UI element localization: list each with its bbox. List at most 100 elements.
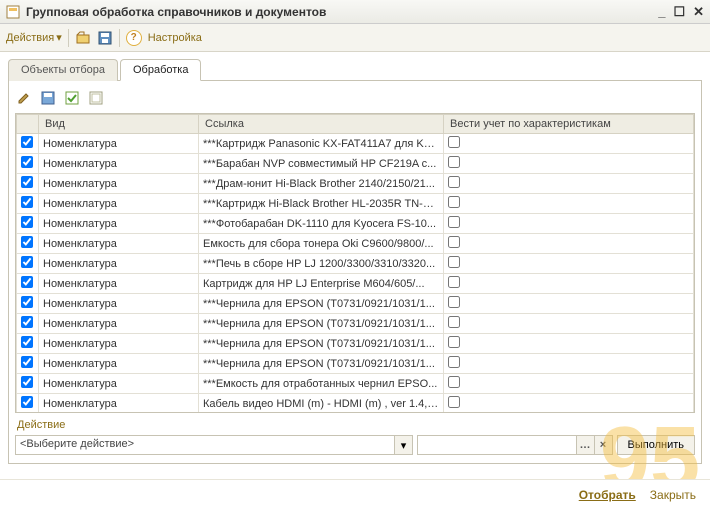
maximize-button[interactable]: ☐ — [673, 4, 685, 20]
actions-label: Действия — [6, 32, 54, 44]
row-checkbox[interactable] — [21, 136, 33, 148]
footer: Отобрать Закрыть — [0, 479, 710, 509]
cell-link: ***Чернила для EPSON (T0731/0921/1031/1.… — [199, 354, 444, 374]
action-value-input[interactable]: … × — [417, 435, 613, 455]
window-controls: _ ☐ ✕ — [658, 4, 704, 20]
header-type[interactable]: Вид — [39, 115, 199, 134]
table-row[interactable]: НоменклатураКартридж для HP LJ Enterpris… — [17, 274, 694, 294]
cell-type: Номенклатура — [39, 354, 199, 374]
table-row[interactable]: Номенклатура***Чернила для EPSON (T0731/… — [17, 294, 694, 314]
char-checkbox[interactable] — [448, 356, 460, 368]
actions-menu[interactable]: Действия ▾ — [6, 31, 62, 44]
minimize-button[interactable]: _ — [658, 4, 665, 20]
cell-char — [444, 274, 694, 294]
cell-char — [444, 254, 694, 274]
cell-char — [444, 154, 694, 174]
edit-icon[interactable] — [15, 89, 33, 107]
char-checkbox[interactable] — [448, 156, 460, 168]
table-row[interactable]: Номенклатура***Картридж Hi-Black Brother… — [17, 194, 694, 214]
uncheck-all-icon[interactable] — [87, 89, 105, 107]
select-value-button[interactable]: … — [576, 436, 594, 454]
table-row[interactable]: Номенклатура***Емкость для отработанных … — [17, 374, 694, 394]
row-checkbox[interactable] — [21, 336, 33, 348]
data-grid[interactable]: Вид Ссылка Вести учет по характеристикам… — [15, 113, 695, 413]
row-checkbox[interactable] — [21, 176, 33, 188]
row-checkbox[interactable] — [21, 396, 33, 408]
settings-link[interactable]: Настройка — [148, 32, 202, 44]
cell-link: ***Чернила для EPSON (T0731/0921/1031/1.… — [199, 294, 444, 314]
select-button[interactable]: Отобрать — [579, 488, 636, 502]
row-checkbox[interactable] — [21, 236, 33, 248]
table-row[interactable]: НоменклатураКабель видео HDMI (m) - HDMI… — [17, 394, 694, 414]
cell-type: Номенклатура — [39, 314, 199, 334]
header-check[interactable] — [17, 115, 39, 134]
close-link[interactable]: Закрыть — [650, 488, 696, 502]
tab-processing[interactable]: Обработка — [120, 59, 201, 81]
table-row[interactable]: Номенклатура***Фотобарабан DK-1110 для K… — [17, 214, 694, 234]
cell-char — [444, 334, 694, 354]
header-char[interactable]: Вести учет по характеристикам — [444, 115, 694, 134]
titlebar: Групповая обработка справочников и докум… — [0, 0, 710, 24]
action-select-text: <Выберите действие> — [16, 436, 394, 454]
cell-type: Номенклатура — [39, 334, 199, 354]
cell-type: Номенклатура — [39, 134, 199, 154]
cell-type: Номенклатура — [39, 214, 199, 234]
action-select[interactable]: <Выберите действие> ▾ — [15, 435, 413, 455]
execute-button[interactable]: Выполнить — [617, 435, 695, 455]
cell-char — [444, 234, 694, 254]
row-checkbox[interactable] — [21, 256, 33, 268]
tabs: Объекты отбора Обработка — [8, 58, 702, 81]
cell-link: Емкость для сбора тонера Oki C9600/9800/… — [199, 234, 444, 254]
open-icon[interactable] — [75, 30, 91, 46]
cell-link: ***Фотобарабан DK-1110 для Kyocera FS-10… — [199, 214, 444, 234]
char-checkbox[interactable] — [448, 396, 460, 408]
header-link[interactable]: Ссылка — [199, 115, 444, 134]
char-checkbox[interactable] — [448, 276, 460, 288]
table-row[interactable]: Номенклатура***Печь в сборе HP LJ 1200/3… — [17, 254, 694, 274]
row-checkbox[interactable] — [21, 196, 33, 208]
char-checkbox[interactable] — [448, 236, 460, 248]
check-all-icon[interactable] — [63, 89, 81, 107]
char-checkbox[interactable] — [448, 176, 460, 188]
char-checkbox[interactable] — [448, 136, 460, 148]
close-button[interactable]: ✕ — [693, 4, 704, 20]
row-checkbox[interactable] — [21, 316, 33, 328]
table-row[interactable]: Номенклатура***Чернила для EPSON (T0731/… — [17, 314, 694, 334]
char-checkbox[interactable] — [448, 376, 460, 388]
dropdown-arrow-icon: ▾ — [56, 31, 62, 44]
help-icon[interactable]: ? — [126, 30, 142, 46]
action-value-field[interactable] — [418, 436, 576, 454]
table-row[interactable]: Номенклатура***Барабан NVP совместимый H… — [17, 154, 694, 174]
clear-value-button[interactable]: × — [594, 436, 612, 454]
grid-header-row: Вид Ссылка Вести учет по характеристикам — [17, 115, 694, 134]
cell-link: Картридж для HP LJ Enterprise M604/605/.… — [199, 274, 444, 294]
cell-link: ***Картридж Hi-Black Brother HL-2035R TN… — [199, 194, 444, 214]
save-icon[interactable] — [39, 89, 57, 107]
row-checkbox[interactable] — [21, 156, 33, 168]
table-row[interactable]: Номенклатура***Драм-юнит Hi-Black Brothe… — [17, 174, 694, 194]
table-row[interactable]: НоменклатураЕмкость для сбора тонера Oki… — [17, 234, 694, 254]
tab-objects[interactable]: Объекты отбора — [8, 59, 118, 81]
char-checkbox[interactable] — [448, 256, 460, 268]
toolbar: Действия ▾ ? Настройка — [0, 24, 710, 52]
save-icon[interactable] — [97, 30, 113, 46]
row-checkbox[interactable] — [21, 356, 33, 368]
cell-link: ***Картридж Panasonic KX-FAT411A7 для KX… — [199, 134, 444, 154]
row-checkbox[interactable] — [21, 276, 33, 288]
char-checkbox[interactable] — [448, 336, 460, 348]
char-checkbox[interactable] — [448, 316, 460, 328]
row-checkbox[interactable] — [21, 296, 33, 308]
char-checkbox[interactable] — [448, 196, 460, 208]
char-checkbox[interactable] — [448, 216, 460, 228]
cell-type: Номенклатура — [39, 374, 199, 394]
table-row[interactable]: Номенклатура***Чернила для EPSON (T0731/… — [17, 354, 694, 374]
row-checkbox[interactable] — [21, 376, 33, 388]
char-checkbox[interactable] — [448, 296, 460, 308]
row-checkbox[interactable] — [21, 216, 33, 228]
cell-char — [444, 174, 694, 194]
dropdown-button[interactable]: ▾ — [394, 436, 412, 454]
cell-link: ***Чернила для EPSON (T0731/0921/1031/1.… — [199, 314, 444, 334]
table-row[interactable]: Номенклатура***Картридж Panasonic KX-FAT… — [17, 134, 694, 154]
table-row[interactable]: Номенклатура***Чернила для EPSON (T0731/… — [17, 334, 694, 354]
separator — [68, 29, 69, 47]
